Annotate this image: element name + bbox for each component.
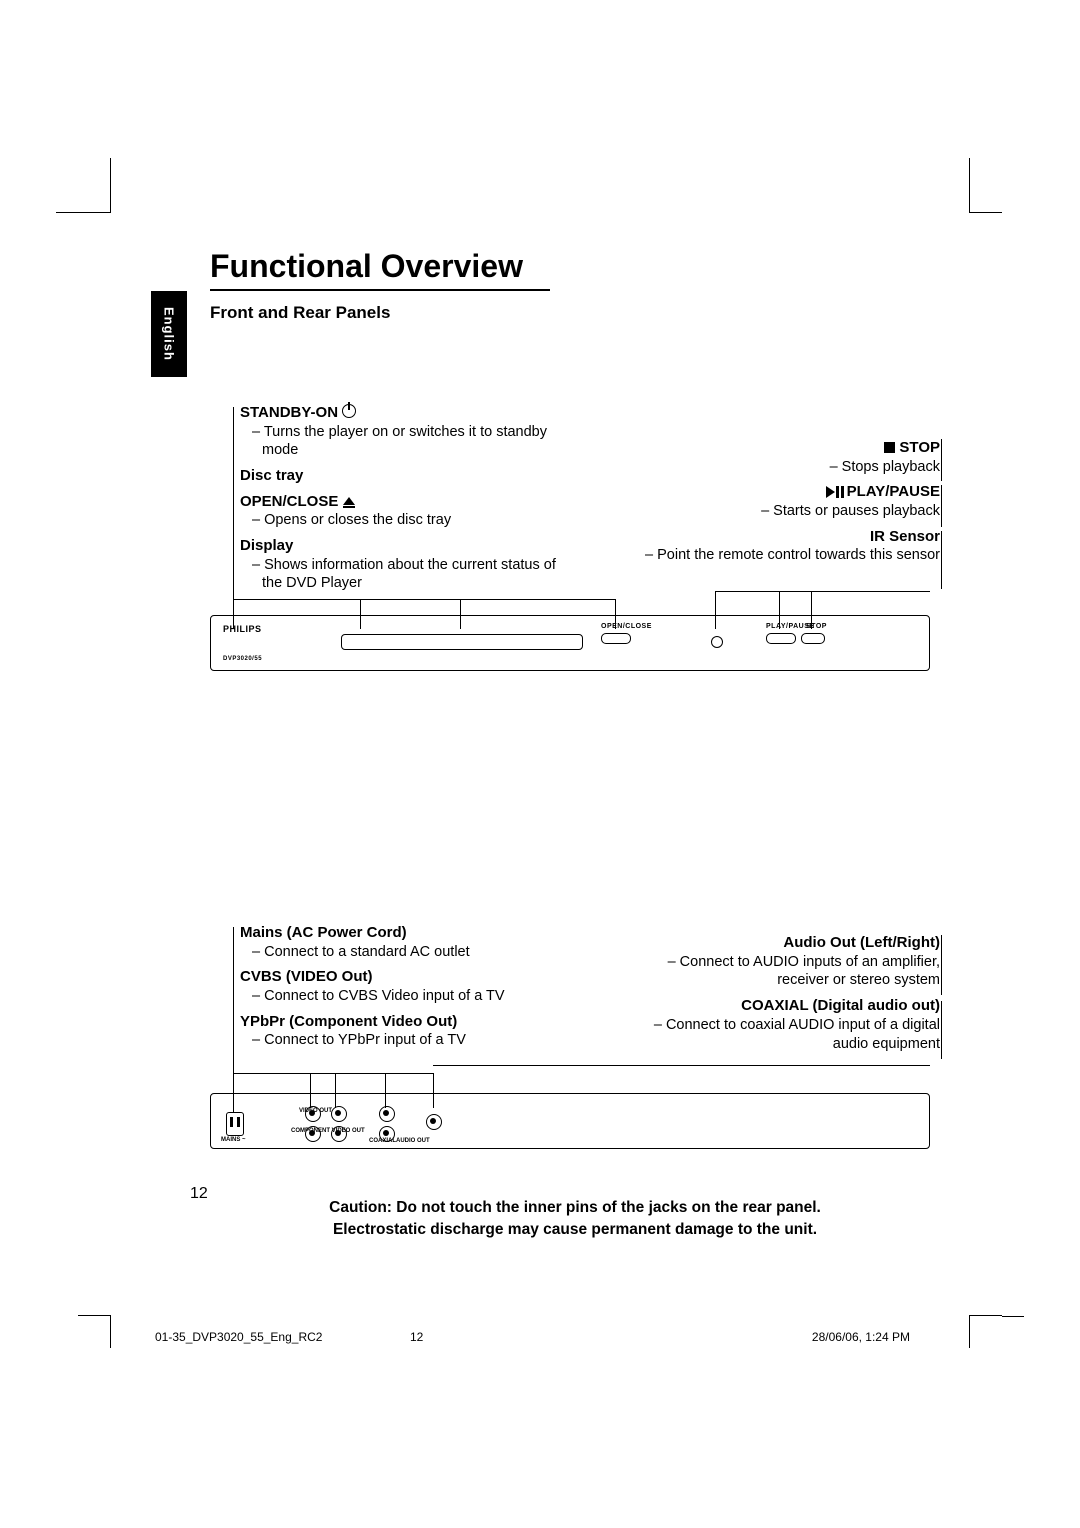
pause-icon — [836, 486, 839, 498]
lead-line — [615, 599, 616, 629]
rear-right-callouts: Audio Out (Left/Right) Connect to AUDIO … — [630, 933, 940, 1059]
footer-date: 28/06/06, 1:24 PM — [812, 1330, 910, 1344]
cvbs-jack — [305, 1106, 321, 1122]
open-close-btn — [601, 633, 631, 644]
callout-standby: STANDBY-ON Turns the player on or switch… — [240, 403, 580, 460]
callout-open-close: OPEN/CLOSE Opens or closes the disc tray — [240, 492, 580, 530]
disc-tray-slot — [341, 634, 583, 650]
lead-line — [811, 591, 812, 629]
brand-label: PHILIPS — [223, 624, 262, 636]
callout-audio-out: Audio Out (Left/Right) Connect to AUDIO … — [630, 933, 940, 990]
lead-line — [779, 591, 780, 629]
guide-line — [940, 935, 942, 995]
page-title: Functional Overview — [210, 248, 940, 285]
front-right-callouts: STOP Stops playback PLAY/PAUSE Starts or… — [640, 438, 940, 571]
device-front: PHILIPS DVP3020/55 OPEN/CLOSE PLAY/PAUSE… — [210, 615, 930, 671]
mains-label: MAINS ~ — [221, 1137, 246, 1145]
guide-line — [233, 927, 234, 1113]
crop-mark-bl — [78, 1315, 111, 1348]
rear-left-callouts: Mains (AC Power Cord) Connect to a stand… — [240, 923, 580, 1056]
guide-line — [233, 407, 234, 629]
audio-l-jack — [379, 1106, 395, 1122]
callout-disc-tray: Disc tray — [240, 466, 580, 486]
lead-line — [715, 591, 716, 629]
lead-line — [360, 599, 361, 629]
stop-icon — [884, 442, 895, 453]
caution-text: Caution: Do not touch the inner pins of … — [210, 1197, 940, 1240]
guide-line — [940, 1001, 942, 1059]
callout-mains: Mains (AC Power Cord) Connect to a stand… — [240, 923, 580, 961]
coax-jack — [426, 1114, 442, 1130]
y-jack — [331, 1106, 347, 1122]
subtitle: Front and Rear Panels — [210, 303, 940, 323]
lead-line — [233, 599, 615, 600]
mains-connector — [226, 1112, 244, 1136]
guide-line — [940, 531, 942, 589]
manual-page: English Functional Overview Front and Re… — [0, 0, 1080, 1528]
component-label: COMPONENT VIDEO OUT — [291, 1128, 365, 1136]
title-rule — [210, 289, 550, 291]
lead-line — [233, 1073, 433, 1074]
lead-line — [433, 1065, 930, 1066]
lead-line — [715, 591, 930, 592]
eject-icon — [343, 497, 355, 505]
coax-label: COAXIAL — [369, 1138, 396, 1146]
callout-ir-sensor: IR Sensor Point the remote control towar… — [640, 527, 940, 565]
crop-mark-tl — [78, 180, 111, 213]
ir-sensor-dot — [711, 636, 723, 648]
front-left-callouts: STANDBY-ON Turns the player on or switch… — [240, 403, 580, 599]
callout-coaxial: COAXIAL (Digital audio out) Connect to c… — [630, 996, 940, 1053]
guide-line — [940, 439, 942, 481]
callout-display: Display Shows information about the curr… — [240, 536, 580, 593]
lead-line — [460, 599, 461, 629]
language-tab: English — [151, 291, 187, 377]
content: Functional Overview Front and Rear Panel… — [210, 248, 940, 1240]
crop-mark-br — [969, 1315, 1002, 1348]
footer-page: 12 — [410, 1330, 423, 1344]
audio-label: AUDIO OUT — [396, 1138, 430, 1146]
footer-file: 01-35_DVP3020_55_Eng_RC2 — [155, 1330, 322, 1344]
callout-stop: STOP Stops playback — [640, 438, 940, 476]
crop-mark-tr — [969, 180, 1002, 213]
front-panel-diagram: STANDBY-ON Turns the player on or switch… — [210, 403, 940, 673]
model-label: DVP3020/55 — [223, 656, 262, 664]
callout-play-pause: PLAY/PAUSE Starts or pauses playback — [640, 482, 940, 520]
guide-line — [940, 485, 942, 527]
callout-cvbs: CVBS (VIDEO Out) Connect to CVBS Video i… — [240, 967, 580, 1005]
callout-ypbpr: YPbPr (Component Video Out) Connect to Y… — [240, 1012, 580, 1050]
rear-panel-diagram: Mains (AC Power Cord) Connect to a stand… — [210, 923, 940, 1163]
open-close-label: OPEN/CLOSE — [601, 622, 652, 631]
play-pause-btn — [766, 633, 796, 644]
page-number: 12 — [190, 1185, 208, 1203]
device-rear: MAINS ~ VIDEO OUT COMPONENT VIDEO OUT AU… — [210, 1093, 930, 1149]
play-icon — [826, 486, 835, 498]
standby-icon — [342, 404, 356, 418]
stop-label: STOP — [806, 622, 827, 631]
stop-btn — [801, 633, 825, 644]
